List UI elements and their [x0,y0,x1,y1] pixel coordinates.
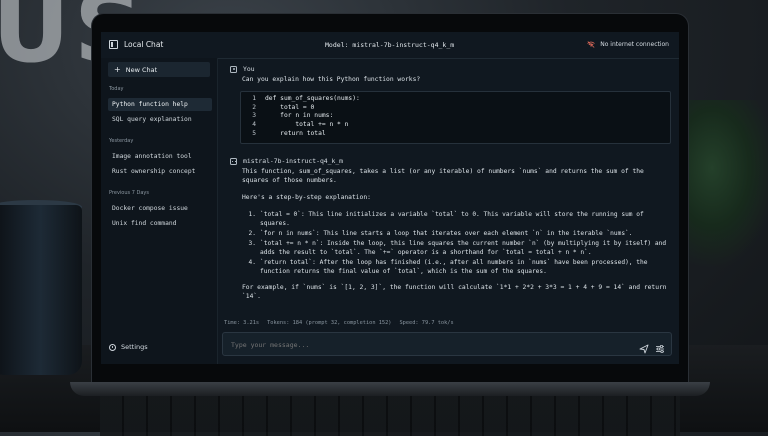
step-number: 2. [248,230,256,237]
step-number: 4. [248,259,256,266]
stat-time: Time: 3.21s [224,320,260,326]
sidebar-item-python-function-help[interactable]: Python function help [108,98,212,111]
line-number: 5 [252,129,256,137]
code-text: for n in nums: [265,112,334,120]
plus-icon: + [114,65,121,74]
code-line: 2 total = 0 [241,104,670,113]
line-number: 4 [252,121,256,129]
line-number: 3 [252,112,256,120]
app-title: Local Chat [109,40,163,49]
new-chat-label: New Chat [125,65,158,74]
chat-main: You Can you explain how this Python func… [218,58,679,364]
step-text: `return total`: After the loop has finis… [260,259,652,275]
code-line: 1 def sum_of_squares(nums): [241,95,670,104]
example-text: For example, if `nums` is `[1, 2, 3]`, t… [242,284,671,301]
code-text: total = 0 [265,103,315,111]
coffee-mug [0,205,82,375]
sidebar-item-label: Unix find command [112,220,177,227]
steps-heading: Here's a step-by-step explanation: [242,194,371,201]
section-yesterday-label: Yesterday [109,138,134,144]
steps-list: 1. `total = 0`: This line initializes a v… [242,210,674,277]
sidebar-item-label: SQL query explanation [112,116,192,123]
no-wifi-icon [587,41,595,48]
step-number: 3. [248,240,256,247]
sidebar-item-docker-compose-issue[interactable]: Docker compose issue [108,202,212,215]
code-line: 5 return total [241,130,670,139]
generation-stats: Time: 3.21s Tokens: 184 (prompt 32, comp… [224,320,454,326]
bot-avatar-icon [230,157,237,165]
settings-label: Settings [121,343,148,351]
stat-speed: Speed: 79.7 tok/s [399,320,454,326]
step-text: `total += n * n`: Inside the loop, this … [260,240,670,256]
list-item: 2. `for n in nums`: This line starts a lo… [242,229,674,238]
sidebar-item-sql-query-explanation[interactable]: SQL query explanation [108,113,212,126]
sliders-icon[interactable] [655,339,665,353]
laptop-keyboard [100,396,680,436]
new-chat-button[interactable]: + New Chat [108,62,210,77]
sidebar-item-label: Python function help [112,101,188,108]
network-status: No internet connection [587,41,669,48]
line-number: 1 [252,95,256,102]
model-label[interactable]: Model: mistral-7b-instruct-q4_k_m [325,41,454,49]
sidebar: + New Chat Today Python function help SQ… [101,58,218,364]
network-status-text: No internet connection [600,41,669,48]
step-text: `for n in nums`: This line starts a loop… [260,230,633,237]
section-today-label: Today [109,86,124,92]
step-number: 1. [248,211,256,218]
laptop-base [70,382,710,396]
code-line: 3 for n in nums: [241,112,670,121]
user-message-text: Can you explain how this Python function… [242,76,421,83]
list-item: 1. `total = 0`: This line initializes a v… [242,210,674,228]
section-previous-7-days-label: Previous 7 Days [109,190,149,196]
sidebar-item-label: Image annotation tool [112,153,192,160]
assistant-intro-text: This function, sum_of_squares, takes a l… [242,168,648,185]
app-title-text: Local Chat [124,40,164,49]
user-name: You [243,65,255,73]
list-item: 4. `return total`: After the loop has fin… [242,258,674,276]
sidebar-toggle-icon[interactable] [109,40,118,49]
line-number: 2 [252,103,256,111]
sidebar-item-rust-ownership-concept[interactable]: Rust ownership concept [108,165,212,178]
sidebar-item-label: Rust ownership concept [112,168,196,175]
user-message-header: You [230,65,255,73]
settings-button[interactable]: Settings [109,343,148,351]
step-text: `total = 0`: This line initializes a var… [260,211,648,227]
code-text: total += n * n [265,121,349,129]
code-text: def sum_of_squares(nums): [265,95,360,102]
sidebar-item-image-annotation-tool[interactable]: Image annotation tool [108,150,212,163]
code-text: return total [265,129,326,137]
top-bar: Local Chat Model: mistral-7b-instruct-q4… [101,32,679,59]
assistant-name: mistral-7b-instruct-q4_k_m [243,157,344,165]
code-line: 4 total += n * n [241,121,670,130]
message-input[interactable] [229,338,623,352]
app-screen: Local Chat Model: mistral-7b-instruct-q4… [101,32,679,364]
composer [222,332,672,356]
assistant-message-header: mistral-7b-instruct-q4_k_m [230,157,343,165]
stat-tokens: Tokens: 184 (prompt 32, completion 152) [267,320,392,326]
code-block[interactable]: 1 def sum_of_squares(nums): 2 total = 0 3… [240,91,671,144]
sidebar-item-unix-find-command[interactable]: Unix find command [108,217,212,230]
list-item: 3. `total += n * n`: Inside the loop, thi… [242,239,674,257]
gear-icon [109,343,116,351]
sidebar-item-label: Docker compose issue [112,205,188,212]
user-avatar-icon [230,65,237,73]
send-icon[interactable] [639,339,649,354]
